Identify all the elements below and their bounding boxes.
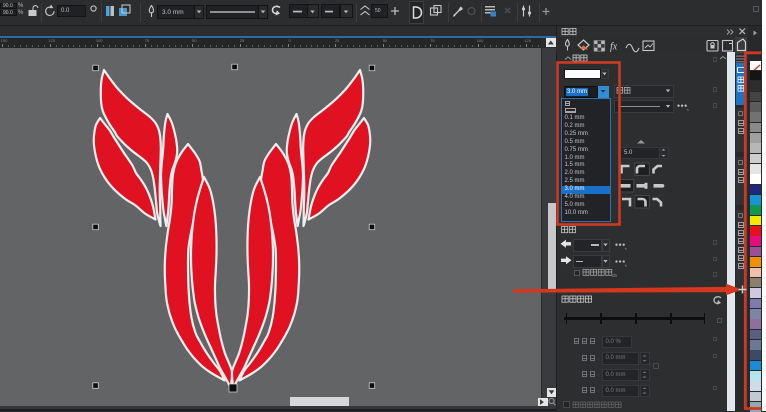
svg-text:fx: fx [610,42,618,53]
svg-text:db: db [612,273,618,278]
